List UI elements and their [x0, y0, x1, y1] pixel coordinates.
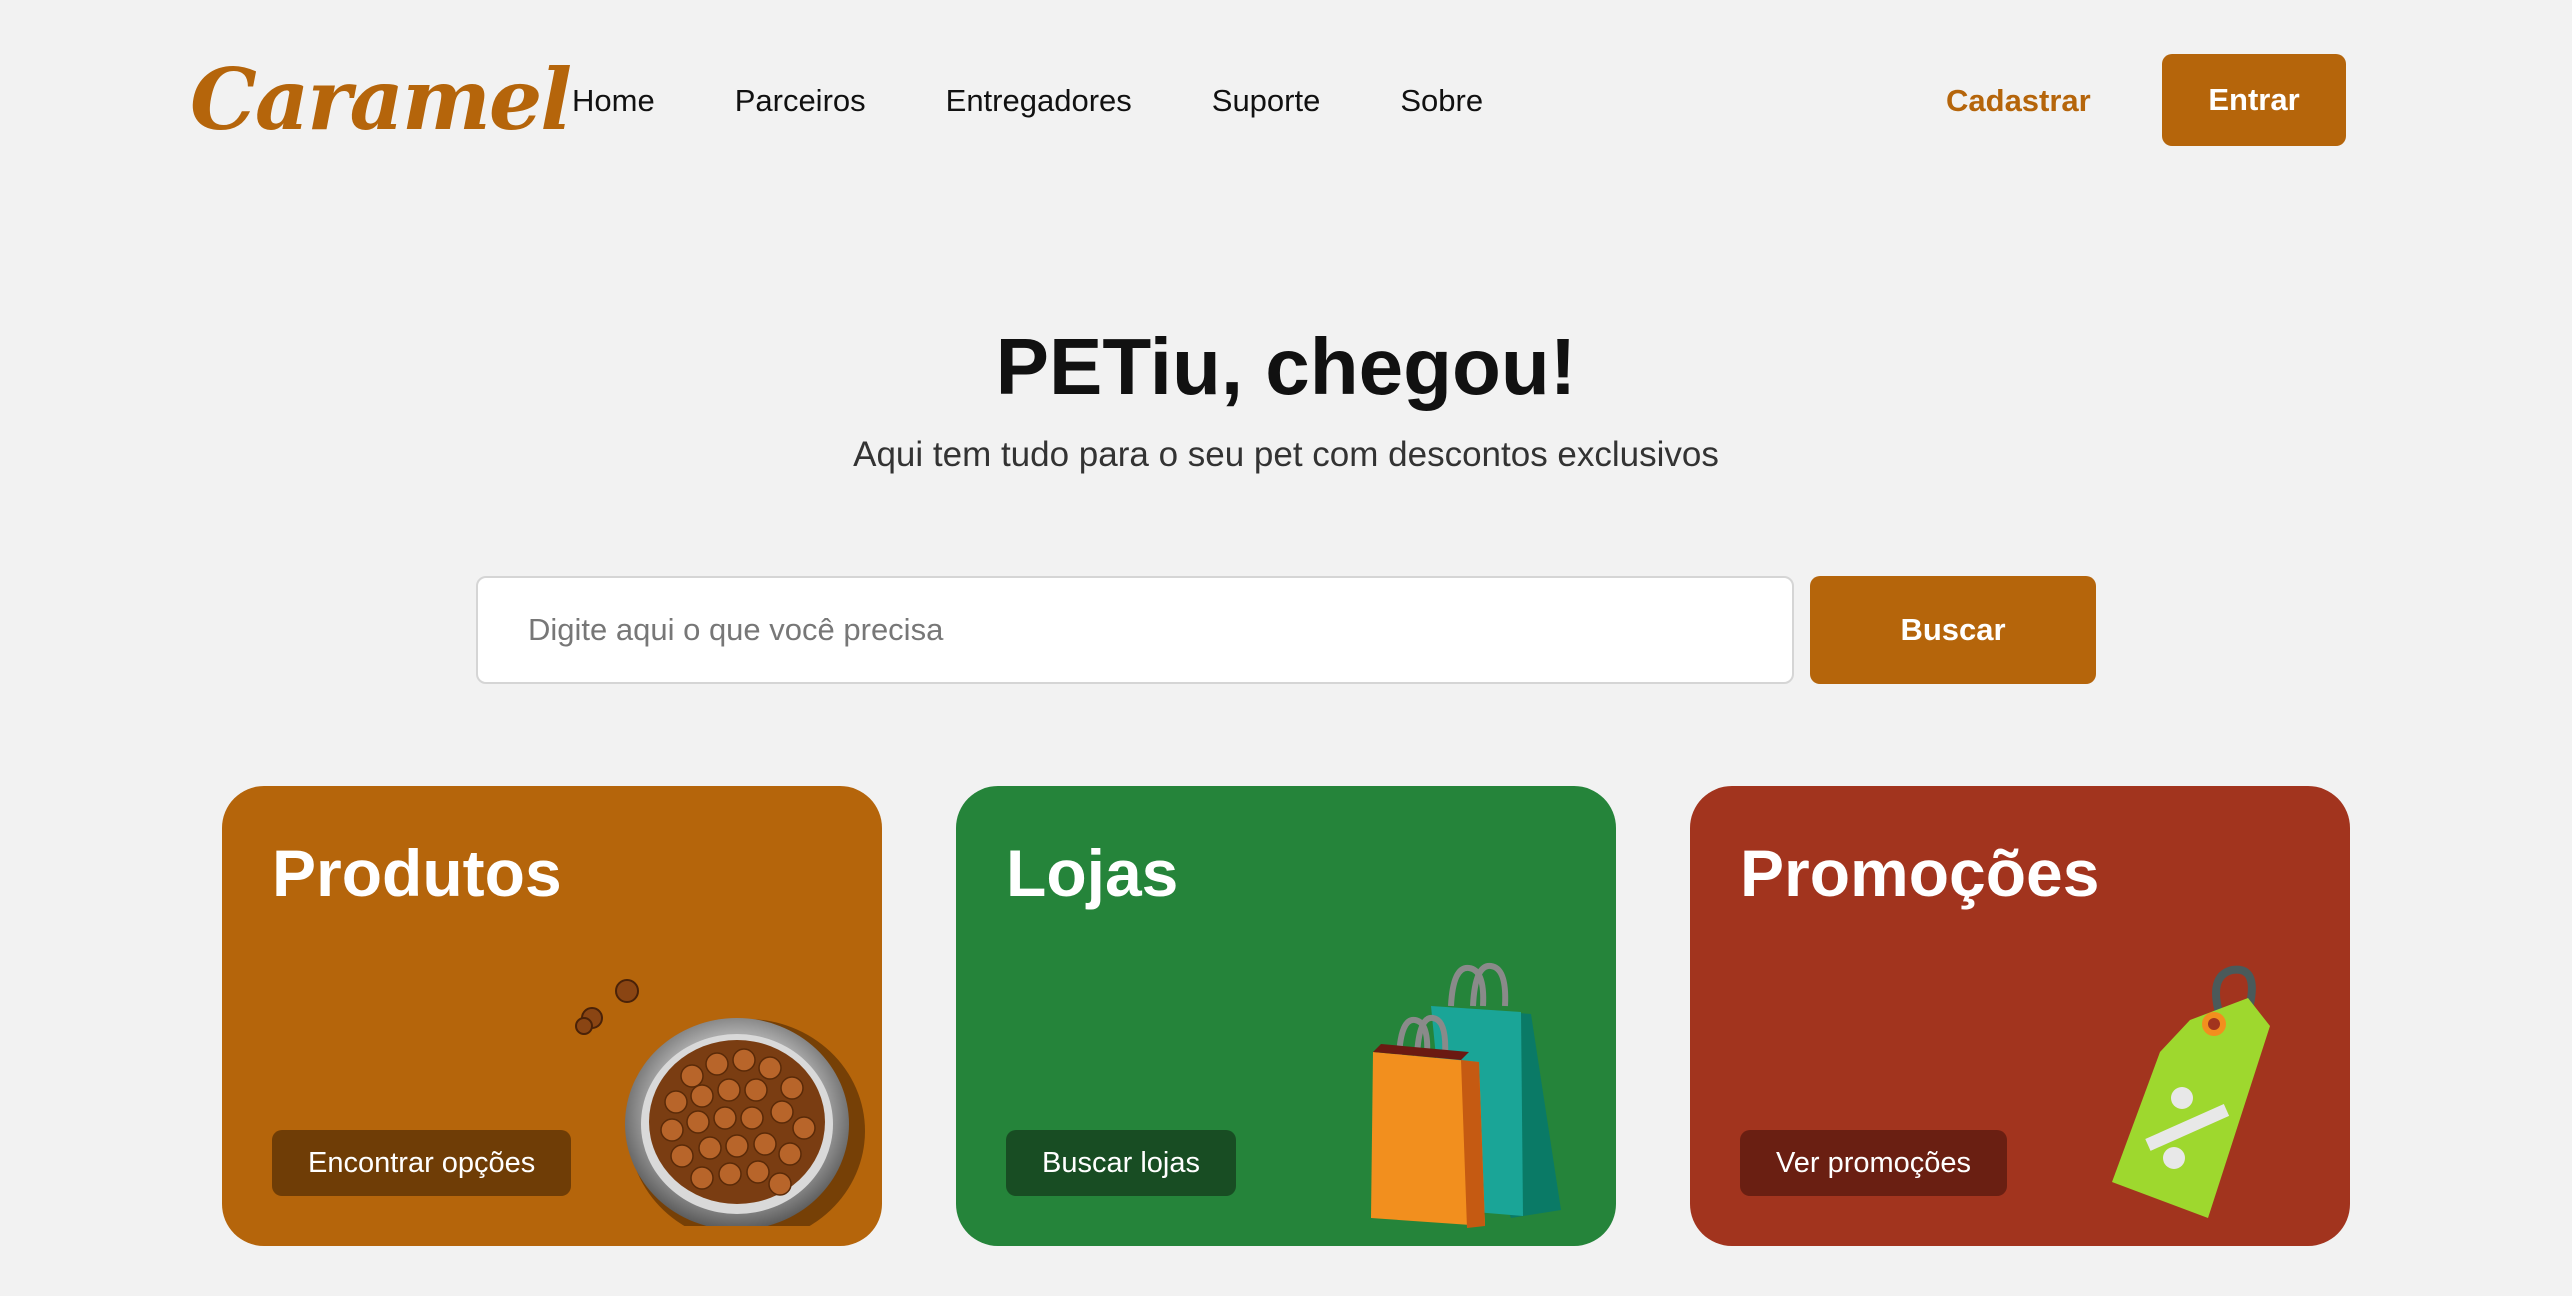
search-input[interactable] — [476, 576, 1794, 684]
card-title: Produtos — [272, 836, 562, 910]
card-promocoes[interactable]: Promoções Ver promoções — [1690, 786, 2350, 1246]
nav-parceiros[interactable]: Parceiros — [735, 74, 866, 128]
login-button[interactable]: Entrar — [2162, 54, 2346, 146]
card-title: Lojas — [1006, 836, 1179, 910]
card-title: Promoções — [1740, 836, 2100, 910]
card-lojas[interactable]: Lojas Buscar lojas — [956, 786, 1616, 1246]
search-stores-button[interactable]: Buscar lojas — [1006, 1130, 1236, 1196]
nav-home[interactable]: Home — [572, 74, 655, 128]
discount-tag-icon — [2112, 965, 2270, 1218]
hero-title: PETiu, chegou! — [995, 322, 1577, 411]
card-produtos[interactable]: Produtos Encontrar opções — [222, 786, 882, 1246]
pet-food-bowl-icon — [575, 979, 865, 1226]
logo[interactable]: Caramel — [190, 40, 572, 160]
nav-sobre[interactable]: Sobre — [1400, 74, 1483, 128]
nav-suporte[interactable]: Suporte — [1212, 74, 1321, 128]
search-button[interactable]: Buscar — [1810, 576, 2096, 684]
nav-entregadores[interactable]: Entregadores — [946, 74, 1132, 128]
signup-link[interactable]: Cadastrar — [1946, 74, 2091, 128]
hero-subtitle: Aqui tem tudo para o seu pet com descont… — [853, 435, 1719, 474]
main-nav: Home Parceiros Entregadores Suporte Sobr… — [572, 74, 1483, 128]
shopping-bags-icon — [1371, 962, 1561, 1228]
find-options-button[interactable]: Encontrar opções — [272, 1130, 572, 1196]
see-promotions-button[interactable]: Ver promoções — [1740, 1130, 2008, 1196]
